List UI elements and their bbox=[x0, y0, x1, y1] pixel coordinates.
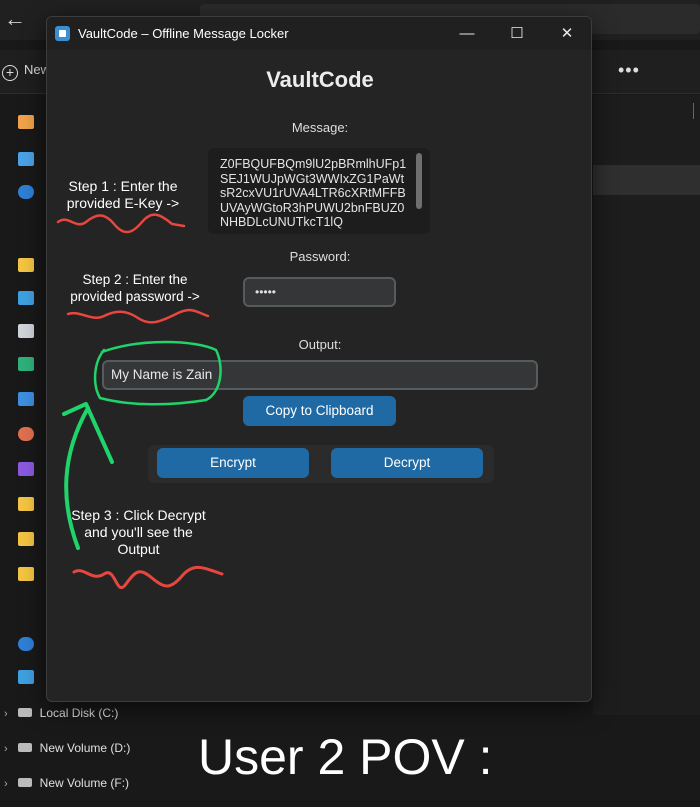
drive-label: New Volume (D:) bbox=[39, 741, 131, 755]
copy-to-clipboard-button[interactable]: Copy to Clipboard bbox=[243, 396, 396, 426]
drive-item[interactable]: › New Volume (D:) bbox=[4, 741, 130, 761]
app-heading: VaultCode bbox=[266, 67, 374, 92]
password-label: Password: bbox=[289, 249, 351, 264]
nav-documents-icon[interactable] bbox=[18, 324, 46, 344]
back-arrow-icon[interactable]: ← bbox=[4, 6, 26, 32]
drive-icon bbox=[17, 708, 32, 717]
selected-row[interactable] bbox=[593, 165, 700, 195]
message-text: Z0FBQUFBQm9lU2pBRmlhUFp1SEJ1WUJpWGt3WWIx… bbox=[220, 157, 407, 230]
nav-cloud-icon[interactable] bbox=[18, 637, 46, 657]
message-textbox[interactable]: Z0FBQUFBQm9lU2pBRmlhUFp1SEJ1WUJpWGt3WWIx… bbox=[208, 148, 430, 234]
nav-this-pc-icon[interactable] bbox=[18, 670, 46, 690]
app-icon bbox=[55, 26, 70, 41]
nav-downloads-icon[interactable] bbox=[18, 357, 46, 377]
message-scrollbar[interactable] bbox=[416, 153, 422, 209]
output-label: Output: bbox=[298, 337, 342, 352]
plus-icon: + bbox=[2, 65, 18, 81]
column-divider bbox=[693, 103, 694, 119]
drive-label: Local Disk (C:) bbox=[39, 706, 119, 720]
nav-desktop-icon[interactable] bbox=[18, 291, 46, 311]
output-field[interactable]: My Name is Zain bbox=[102, 360, 538, 390]
window-title: VaultCode – Offline Message Locker bbox=[78, 26, 289, 41]
drive-icon bbox=[17, 778, 32, 787]
step1-annotation: Step 1 : Enter the provided E-Key -> bbox=[66, 178, 180, 211]
close-button[interactable]: ✕ bbox=[547, 21, 587, 47]
nav-folder-icon[interactable] bbox=[18, 532, 46, 552]
chevron-right-icon: › bbox=[4, 743, 8, 755]
chevron-right-icon: › bbox=[4, 708, 8, 720]
drive-icon bbox=[17, 743, 32, 752]
message-label: Message: bbox=[291, 120, 349, 135]
encrypt-button[interactable]: Encrypt bbox=[157, 448, 309, 478]
maximize-button[interactable]: ☐ bbox=[497, 21, 537, 47]
drive-item[interactable]: › New Volume (F:) bbox=[4, 776, 129, 796]
nav-music-icon[interactable] bbox=[18, 427, 46, 447]
nav-folder-icon[interactable] bbox=[18, 567, 46, 587]
decrypt-button[interactable]: Decrypt bbox=[331, 448, 483, 478]
nav-cloud-icon[interactable] bbox=[18, 185, 46, 205]
drive-label: New Volume (F:) bbox=[39, 776, 130, 790]
minimize-button[interactable]: — bbox=[447, 21, 487, 47]
nav-gallery-icon[interactable] bbox=[18, 152, 46, 172]
nav-folder-icon[interactable] bbox=[18, 258, 46, 278]
password-field[interactable]: ••••• bbox=[243, 277, 396, 307]
explorer-nav-pane bbox=[0, 95, 46, 807]
vaultcode-window: VaultCode – Offline Message Locker — ☐ ✕… bbox=[46, 16, 592, 702]
nav-folder-icon[interactable] bbox=[18, 497, 46, 517]
step3-annotation: Step 3 : Click Decrypt and you'll see th… bbox=[71, 507, 206, 557]
step2-annotation: Step 2 : Enter the provided password -> bbox=[70, 272, 200, 304]
new-button[interactable]: + New bbox=[2, 62, 50, 81]
nav-videos-icon[interactable] bbox=[18, 462, 46, 482]
nav-home-icon[interactable] bbox=[18, 115, 46, 135]
caption-user-2-pov: User 2 POV : bbox=[198, 729, 493, 785]
chevron-right-icon: › bbox=[4, 778, 8, 790]
window-title-bar[interactable]: VaultCode – Offline Message Locker — ☐ ✕ bbox=[47, 17, 591, 50]
more-options-icon[interactable]: ••• bbox=[618, 60, 640, 81]
nav-pictures-icon[interactable] bbox=[18, 392, 46, 412]
explorer-file-pane bbox=[593, 95, 700, 715]
drive-item[interactable]: › Local Disk (C:) bbox=[4, 706, 118, 726]
